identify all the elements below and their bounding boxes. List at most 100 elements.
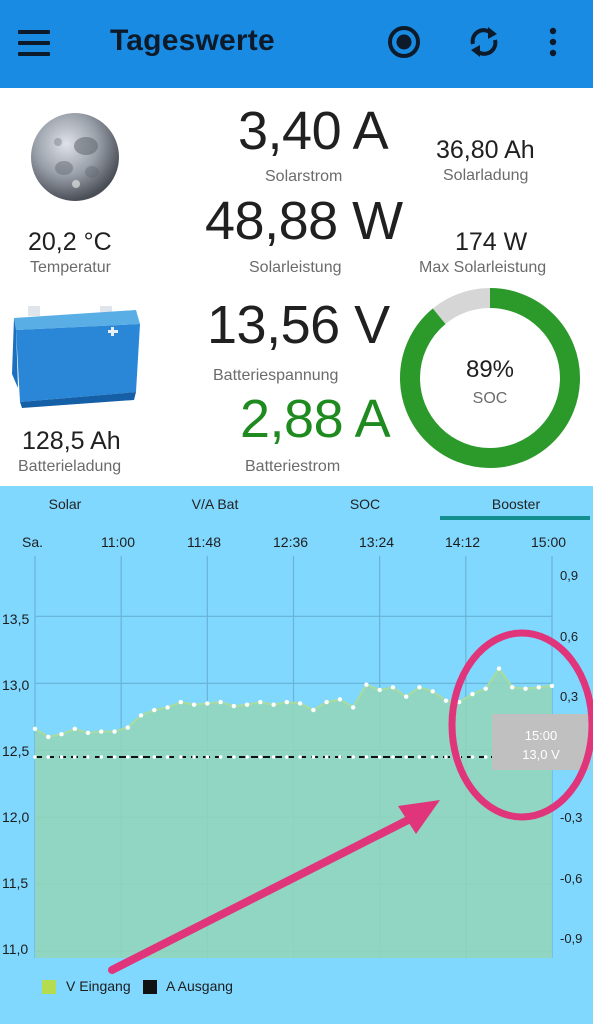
battery-voltage-label: Batteriespannung (213, 367, 339, 384)
data-point-v-eingang (284, 699, 290, 705)
data-point-a-ausgang (152, 755, 157, 759)
data-point-v-eingang (244, 702, 250, 707)
data-point-v-eingang (112, 729, 117, 734)
data-point-v-eingang (59, 732, 64, 737)
battery-current-label: Batteriestrom (245, 458, 341, 475)
tooltip-time: 15:00 (524, 728, 558, 743)
data-point-a-ausgang (258, 755, 263, 759)
data-point-v-eingang (205, 701, 210, 706)
refresh-icon[interactable] (464, 22, 504, 62)
temperature-label: Temperatur (30, 259, 111, 276)
data-point-v-eingang (178, 699, 184, 705)
legend-label: A Ausgang (166, 978, 233, 994)
data-point-v-eingang (231, 703, 237, 709)
data-point-a-ausgang (112, 755, 117, 759)
data-point-v-eingang (32, 726, 38, 732)
data-point-v-eingang (258, 699, 263, 705)
data-point-v-eingang (523, 686, 528, 691)
data-point-v-eingang (125, 725, 130, 730)
menu-icon[interactable] (18, 28, 52, 58)
data-point-v-eingang (470, 691, 475, 697)
soc-gauge: 89% SOC (398, 286, 582, 470)
page-title: Tageswerte (110, 24, 275, 57)
series-area-v-eingang (35, 668, 552, 958)
solar-current-label: Solarstrom (265, 168, 343, 185)
data-point-v-eingang (311, 707, 316, 713)
data-point-a-ausgang (470, 755, 475, 759)
chart-tooltip: 15:00 13,0 V (492, 714, 590, 770)
data-point-a-ausgang (192, 755, 196, 759)
data-point-a-ausgang (125, 755, 130, 759)
data-point-a-ausgang (391, 755, 395, 759)
data-point-v-eingang (377, 687, 382, 693)
data-point-v-eingang (46, 734, 51, 740)
soc-label: SOC (472, 390, 508, 407)
battery-charge-value: 128,5 Ah (22, 427, 121, 455)
data-point-a-ausgang (377, 755, 382, 759)
record-icon[interactable] (384, 22, 424, 62)
data-point-v-eingang (72, 726, 77, 732)
solar-charge-value: 36,80 Ah (436, 136, 535, 164)
solar-charge-label: Solarladung (443, 167, 529, 184)
battery-icon (8, 296, 142, 408)
data-point-v-eingang (99, 729, 104, 734)
data-point-v-eingang (138, 713, 144, 718)
data-point-a-ausgang (457, 755, 462, 759)
data-point-v-eingang (483, 686, 488, 691)
max-solar-power-label: Max Solarleistung (419, 259, 547, 276)
data-point-a-ausgang (232, 755, 236, 759)
data-point-a-ausgang (338, 755, 342, 759)
solar-power-label: Solarleistung (249, 259, 342, 276)
moon-icon (28, 110, 122, 204)
more-vert-icon[interactable] (533, 22, 573, 62)
data-point-v-eingang (324, 699, 329, 705)
tooltip-value: 13,0 V (522, 747, 560, 762)
data-point-a-ausgang (271, 755, 276, 759)
data-point-v-eingang (496, 666, 502, 671)
data-point-a-ausgang (86, 755, 90, 759)
battery-charge-label: Batterieladung (18, 458, 122, 475)
data-point-a-ausgang (245, 755, 249, 759)
data-point-v-eingang (536, 685, 541, 690)
data-point-a-ausgang (430, 755, 435, 759)
temperature-value: 20,2 °C (28, 228, 112, 256)
legend-swatch-v-eingang (42, 980, 56, 994)
app-bar: Tageswerte (0, 0, 593, 88)
data-point-v-eingang (510, 685, 515, 690)
data-point-a-ausgang (404, 755, 408, 759)
data-point-a-ausgang (59, 755, 64, 759)
data-point-v-eingang (218, 699, 223, 705)
data-point-a-ausgang (351, 755, 355, 759)
data-point-v-eingang (549, 683, 555, 689)
data-point-a-ausgang (417, 755, 422, 759)
solar-current-value: 3,40 A (238, 101, 389, 161)
data-point-a-ausgang (483, 755, 488, 759)
data-point-v-eingang (350, 705, 356, 710)
data-point-v-eingang (403, 694, 409, 699)
data-point-v-eingang (364, 682, 369, 687)
data-point-v-eingang (85, 730, 91, 736)
battery-current-value: 2,88 A (240, 389, 391, 449)
data-point-v-eingang (337, 697, 343, 702)
battery-voltage-value: 13,56 V (207, 295, 390, 355)
data-point-v-eingang (430, 689, 435, 694)
data-point-a-ausgang (285, 755, 289, 759)
data-point-a-ausgang (205, 755, 210, 759)
data-point-a-ausgang (324, 755, 329, 759)
data-point-a-ausgang (311, 755, 316, 759)
data-point-a-ausgang (99, 755, 104, 759)
data-point-a-ausgang (179, 755, 183, 759)
data-point-v-eingang (297, 701, 303, 706)
data-point-a-ausgang (298, 755, 302, 759)
data-point-a-ausgang (139, 755, 143, 759)
data-point-a-ausgang (364, 755, 369, 759)
data-point-v-eingang (271, 702, 276, 707)
max-solar-power-value: 174 W (455, 228, 528, 256)
data-point-a-ausgang (444, 755, 448, 759)
data-point-a-ausgang (218, 755, 223, 759)
data-point-v-eingang (457, 699, 462, 705)
data-point-a-ausgang (46, 755, 51, 759)
data-point-v-eingang (165, 705, 170, 710)
data-point-a-ausgang (165, 755, 170, 759)
data-point-a-ausgang (33, 755, 37, 759)
